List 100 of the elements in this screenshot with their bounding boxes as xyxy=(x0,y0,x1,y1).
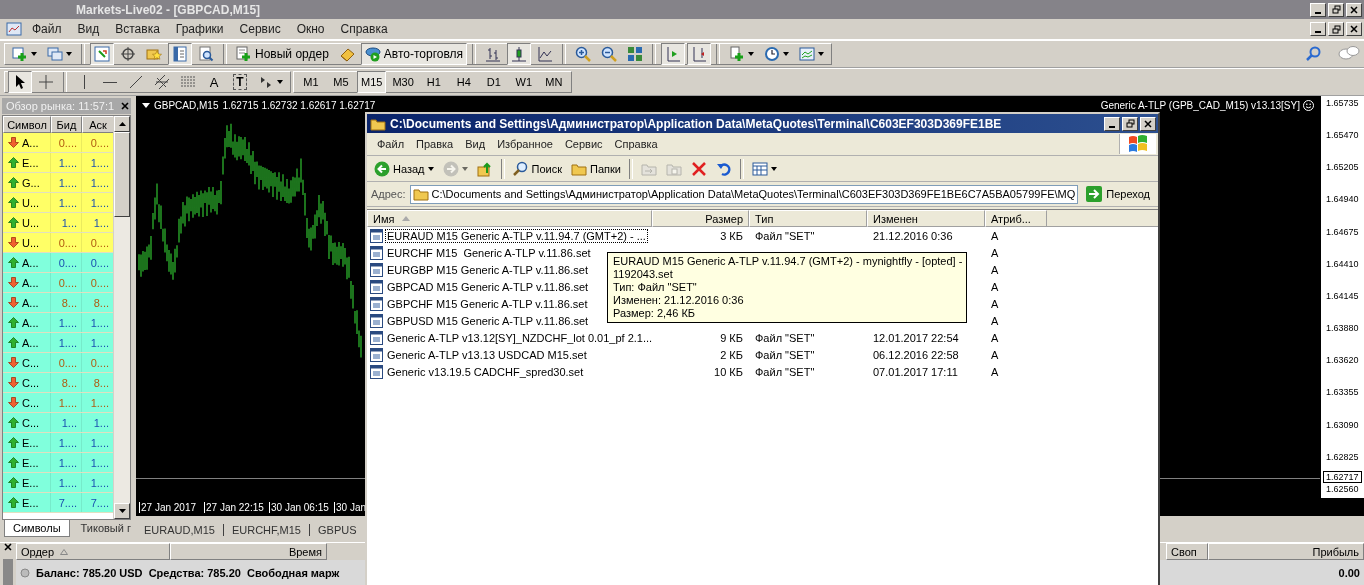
column-header[interactable]: Символ xyxy=(3,116,51,133)
file-name[interactable]: EURAUD M15 Generic A-TLP v.11.94.7 (GMT+2) - ... xyxy=(386,229,647,242)
channel-icon xyxy=(154,74,170,90)
column-header[interactable]: Размер xyxy=(652,210,749,227)
file-name[interactable]: EURCHF M15 Generic A-TLP v.11.86.set xyxy=(386,246,592,259)
chart-tab[interactable]: EURAUD,M15 xyxy=(136,524,224,536)
menu-item[interactable]: Вид xyxy=(71,20,106,38)
timeframe-button[interactable]: M30 xyxy=(388,71,418,93)
column-header[interactable]: Изменен xyxy=(867,210,985,227)
scroll-up-button[interactable] xyxy=(114,116,130,132)
minimize-button[interactable] xyxy=(1310,2,1326,17)
column-header[interactable]: Тип xyxy=(749,210,867,227)
timeframe-button[interactable]: W1 xyxy=(509,71,538,93)
file-name[interactable]: EURGBP M15 Generic A-TLP v.11.86.set xyxy=(386,263,589,276)
autotrading-button[interactable]: Авто-торговля xyxy=(360,43,468,65)
menu-item[interactable]: Справка xyxy=(608,136,664,152)
panel-tab[interactable]: Символы xyxy=(4,520,70,537)
menu-item[interactable]: Избранное xyxy=(491,136,559,152)
restore-button[interactable] xyxy=(1328,22,1344,36)
address-label: Адрес: xyxy=(371,188,406,200)
column-header[interactable]: Прибыль xyxy=(1208,543,1364,560)
timeframe-button[interactable]: M5 xyxy=(327,71,355,93)
window-title: C:\Documents and Settings\Администратор\Application Data\MetaQuotes\Terminal\C603EF303D369FE1BE xyxy=(390,116,1003,131)
quote-row[interactable]: C... 1.... 1.... xyxy=(3,393,113,413)
column-header[interactable]: Аск xyxy=(82,116,113,133)
column-header[interactable]: Время xyxy=(170,543,327,560)
quote-row[interactable]: E... 7.... 7.... xyxy=(3,493,113,513)
minimize-button[interactable] xyxy=(1104,116,1120,131)
close-button[interactable] xyxy=(1140,116,1156,131)
chart-tab[interactable]: GBPUS xyxy=(310,524,357,536)
menu-item[interactable]: Файл xyxy=(26,20,68,38)
file-name[interactable]: Generic v13.19.5 CADCHF_spred30.set xyxy=(386,365,585,378)
quote-row[interactable]: U... 1.... 1.... xyxy=(3,193,113,213)
menu-item[interactable]: Справка xyxy=(334,20,394,38)
quote-row[interactable]: C... 1... 1... xyxy=(3,413,113,433)
symbol-name: A... xyxy=(22,296,39,309)
text-label-button[interactable]: T xyxy=(228,71,252,93)
cursor-button[interactable] xyxy=(8,71,32,93)
quote-row[interactable]: E... 1.... 1.... xyxy=(3,153,113,173)
quote-row[interactable]: E... 1.... 1.... xyxy=(3,473,113,493)
menu-item[interactable]: Файл xyxy=(371,136,411,152)
quote-row[interactable]: G... 1.... 1.... xyxy=(3,173,113,193)
new-order-button[interactable]: Новый ордер xyxy=(232,43,333,65)
timeframe-button[interactable]: MN xyxy=(539,71,568,93)
menu-item[interactable]: Сервис xyxy=(233,20,287,38)
scroll-thumb[interactable] xyxy=(114,132,130,217)
menu-item[interactable]: Окно xyxy=(290,20,331,38)
quote-row[interactable]: A... 0.... 0.... xyxy=(3,133,113,153)
autoscroll-button[interactable] xyxy=(661,43,686,65)
tooltip-line: 1192043.set xyxy=(613,268,674,281)
quote-row[interactable]: A... 0.... 0.... xyxy=(3,273,113,293)
column-header[interactable]: Своп xyxy=(1166,543,1208,560)
menu-item[interactable]: Сервис xyxy=(558,136,609,152)
restore-button[interactable] xyxy=(1328,2,1344,17)
quote-row[interactable]: C... 0.... 0.... xyxy=(3,353,113,373)
chart-shift-button[interactable] xyxy=(687,43,712,65)
file-name[interactable]: Generic A-TLP v13.12[SY]_NZDCHF_lot 0.01_pf 2.1... xyxy=(386,331,654,344)
menu-item[interactable]: Правка xyxy=(410,136,460,152)
restore-button[interactable] xyxy=(1122,116,1138,131)
quote-row[interactable]: A... 1.... 1.... xyxy=(3,313,113,333)
caret-icon xyxy=(770,166,777,171)
column-header[interactable]: Имя xyxy=(367,210,652,227)
quote-row[interactable]: U... 1... 1... xyxy=(3,213,113,233)
quote-row[interactable]: C... 8... 8... xyxy=(3,373,113,393)
quote-row[interactable]: A... 0.... 0.... xyxy=(3,253,113,273)
minimize-button[interactable] xyxy=(1310,22,1326,36)
back-button[interactable]: Назад xyxy=(370,157,438,180)
candlesticks-button[interactable] xyxy=(507,43,532,65)
text-tool-button[interactable]: A xyxy=(202,71,226,93)
timeframe-button[interactable]: M1 xyxy=(297,71,325,93)
column-header[interactable]: Атриб... xyxy=(985,210,1047,227)
close-button[interactable] xyxy=(1346,22,1362,36)
terminal-button[interactable] xyxy=(168,43,192,65)
file-name[interactable]: GBPUSD M15 Generic A-TLP v.11.86.set xyxy=(386,314,590,327)
go-button[interactable]: Переход xyxy=(1082,186,1154,202)
file-name[interactable]: Generic A-TLP v13.13 USDCAD M15.set xyxy=(386,348,588,361)
menu-item[interactable]: Вставка xyxy=(109,20,166,38)
quote-row[interactable]: U... 0.... 0.... xyxy=(3,233,113,253)
search-button[interactable]: Поиск xyxy=(508,157,566,180)
file-type: Файл "SET" xyxy=(754,348,816,361)
close-button[interactable] xyxy=(1346,2,1362,17)
folders-button[interactable]: Папки xyxy=(567,157,625,180)
timeframe-button[interactable]: H1 xyxy=(419,71,448,93)
scroll-down-button[interactable] xyxy=(114,503,130,519)
menu-item[interactable]: Вид xyxy=(459,136,492,152)
chart-tab[interactable]: EURCHF,M15 xyxy=(223,524,310,536)
quote-row[interactable]: A... 8... 8... xyxy=(3,293,113,313)
address-field[interactable]: C:\Documents and Settings\Администратор\Application Data\MetaQuotes\Terminal\C603EF303D369FE1BE6C7A5BA05799FE\MQ xyxy=(409,184,1079,204)
column-header[interactable]: Бид xyxy=(51,116,82,133)
quote-row[interactable]: A... 1.... 1.... xyxy=(3,333,113,353)
timeframe-button[interactable]: H4 xyxy=(449,71,478,93)
file-name[interactable]: GBPCAD M15 Generic A-TLP v.11.86.set xyxy=(386,280,590,293)
timeframe-button[interactable]: D1 xyxy=(479,71,508,93)
timeframe-button[interactable]: M15 xyxy=(357,71,387,93)
quote-row[interactable]: E... 1.... 1.... xyxy=(3,453,113,473)
file-name[interactable]: GBPCHF M15 Generic A-TLP v.11.86.set xyxy=(386,297,589,310)
market-watch-button[interactable] xyxy=(90,43,114,65)
quote-row[interactable]: E... 1.... 1.... xyxy=(3,433,113,453)
menu-item[interactable]: Графики xyxy=(169,20,230,38)
column-header[interactable]: Ордер xyxy=(16,543,170,560)
